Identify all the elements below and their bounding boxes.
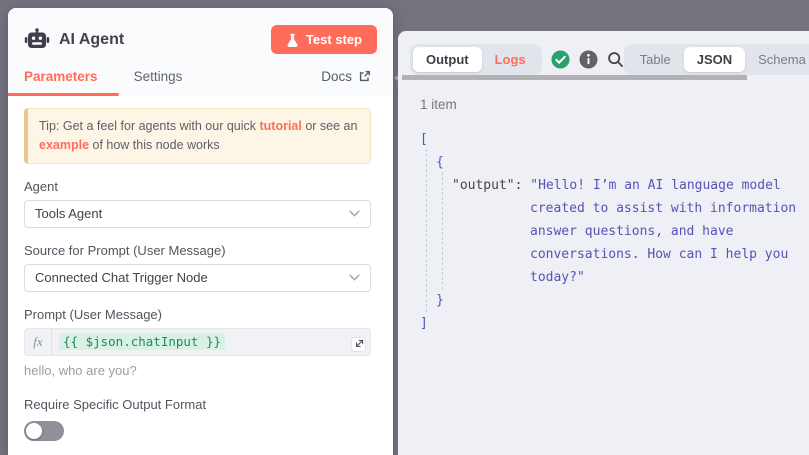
- indent-guide: [426, 149, 427, 312]
- prompt-field-label: Prompt (User Message): [24, 307, 371, 322]
- external-link-icon: [358, 70, 371, 83]
- output-format-label: Require Specific Output Format: [24, 397, 371, 412]
- info-icon[interactable]: [579, 50, 598, 69]
- output-format-toggle[interactable]: [24, 421, 64, 441]
- robot-icon: [24, 28, 50, 52]
- json-code-line: today?": [398, 266, 809, 289]
- node-detail-panel: AI Agent Test step Parameters Settings D…: [8, 8, 393, 455]
- docs-label: Docs: [321, 69, 352, 84]
- expand-expression-icon[interactable]: [351, 337, 366, 352]
- json-code-line: ]: [398, 312, 809, 335]
- indent-guide: [442, 172, 443, 290]
- tip-text-middle: or see an: [302, 119, 358, 133]
- scrollbar-left-arrow[interactable]: [394, 75, 398, 81]
- tab-output[interactable]: Output: [413, 47, 482, 72]
- fx-badge: fx: [25, 329, 52, 355]
- json-code-line: }: [398, 289, 809, 312]
- test-step-label: Test step: [306, 32, 362, 47]
- tab-settings[interactable]: Settings: [134, 69, 183, 84]
- prompt-expression-input[interactable]: fx {{ $json.chatInput }}: [24, 328, 371, 356]
- tutorial-link[interactable]: tutorial: [259, 119, 301, 133]
- parameters-body: Tip: Get a feel for agents with our quic…: [8, 96, 393, 441]
- horizontal-scrollbar: [402, 75, 747, 80]
- source-select-value: Connected Chat Trigger Node: [35, 270, 208, 285]
- tab-schema-view[interactable]: Schema: [745, 47, 809, 72]
- view-mode-tab-group: Table JSON Schema: [624, 44, 809, 75]
- json-code: [{"output": "Hello! I’m an AI language m…: [398, 128, 809, 455]
- output-logs-tab-group: Output Logs: [410, 44, 542, 75]
- search-icon[interactable]: [607, 51, 624, 68]
- toggle-knob: [26, 423, 42, 439]
- tip-callout: Tip: Get a feel for agents with our quic…: [24, 108, 371, 164]
- tip-text-after: of how this node works: [89, 138, 220, 152]
- prompt-expression-value: {{ $json.chatInput }}: [59, 333, 225, 350]
- json-code-line: answer questions, and have: [398, 220, 809, 243]
- json-code-line: {: [398, 151, 809, 174]
- source-select[interactable]: Connected Chat Trigger Node: [24, 264, 371, 292]
- scrollbar-thumb[interactable]: [402, 75, 747, 80]
- node-tabs: Parameters Settings Docs: [8, 56, 393, 96]
- tip-text: Tip: Get a feel for agents with our quic…: [39, 119, 259, 133]
- test-step-button[interactable]: Test step: [271, 25, 377, 54]
- json-code-line: conversations. How can I help you: [398, 243, 809, 266]
- output-header: Output Logs: [398, 31, 809, 75]
- prompt-resolved-hint: hello, who are you?: [24, 363, 371, 378]
- tab-parameters[interactable]: Parameters: [24, 69, 98, 84]
- chevron-down-icon: [349, 274, 360, 281]
- agent-field-label: Agent: [24, 179, 371, 194]
- source-field-label: Source for Prompt (User Message): [24, 243, 371, 258]
- example-link[interactable]: example: [39, 138, 89, 152]
- json-code-line: "output": "Hello! I’m an AI language mod…: [398, 174, 809, 197]
- node-title: AI Agent: [59, 31, 124, 49]
- tab-table-view[interactable]: Table: [627, 47, 684, 72]
- flask-icon: [286, 33, 299, 47]
- node-header: AI Agent Test step: [8, 8, 393, 56]
- agent-select-value: Tools Agent: [35, 206, 102, 221]
- json-code-line: created to assist with information: [398, 197, 809, 220]
- tab-logs[interactable]: Logs: [482, 47, 539, 72]
- docs-link[interactable]: Docs: [321, 69, 371, 84]
- agent-select[interactable]: Tools Agent: [24, 200, 371, 228]
- success-check-icon: [551, 50, 570, 69]
- json-code-line: [: [398, 128, 809, 151]
- output-panel: Output Logs: [398, 31, 809, 455]
- tab-json-view[interactable]: JSON: [684, 47, 745, 72]
- chevron-down-icon: [349, 210, 360, 217]
- items-count: 1 item: [420, 97, 457, 112]
- active-tab-underline: [8, 93, 119, 96]
- output-status-icons: [551, 50, 624, 69]
